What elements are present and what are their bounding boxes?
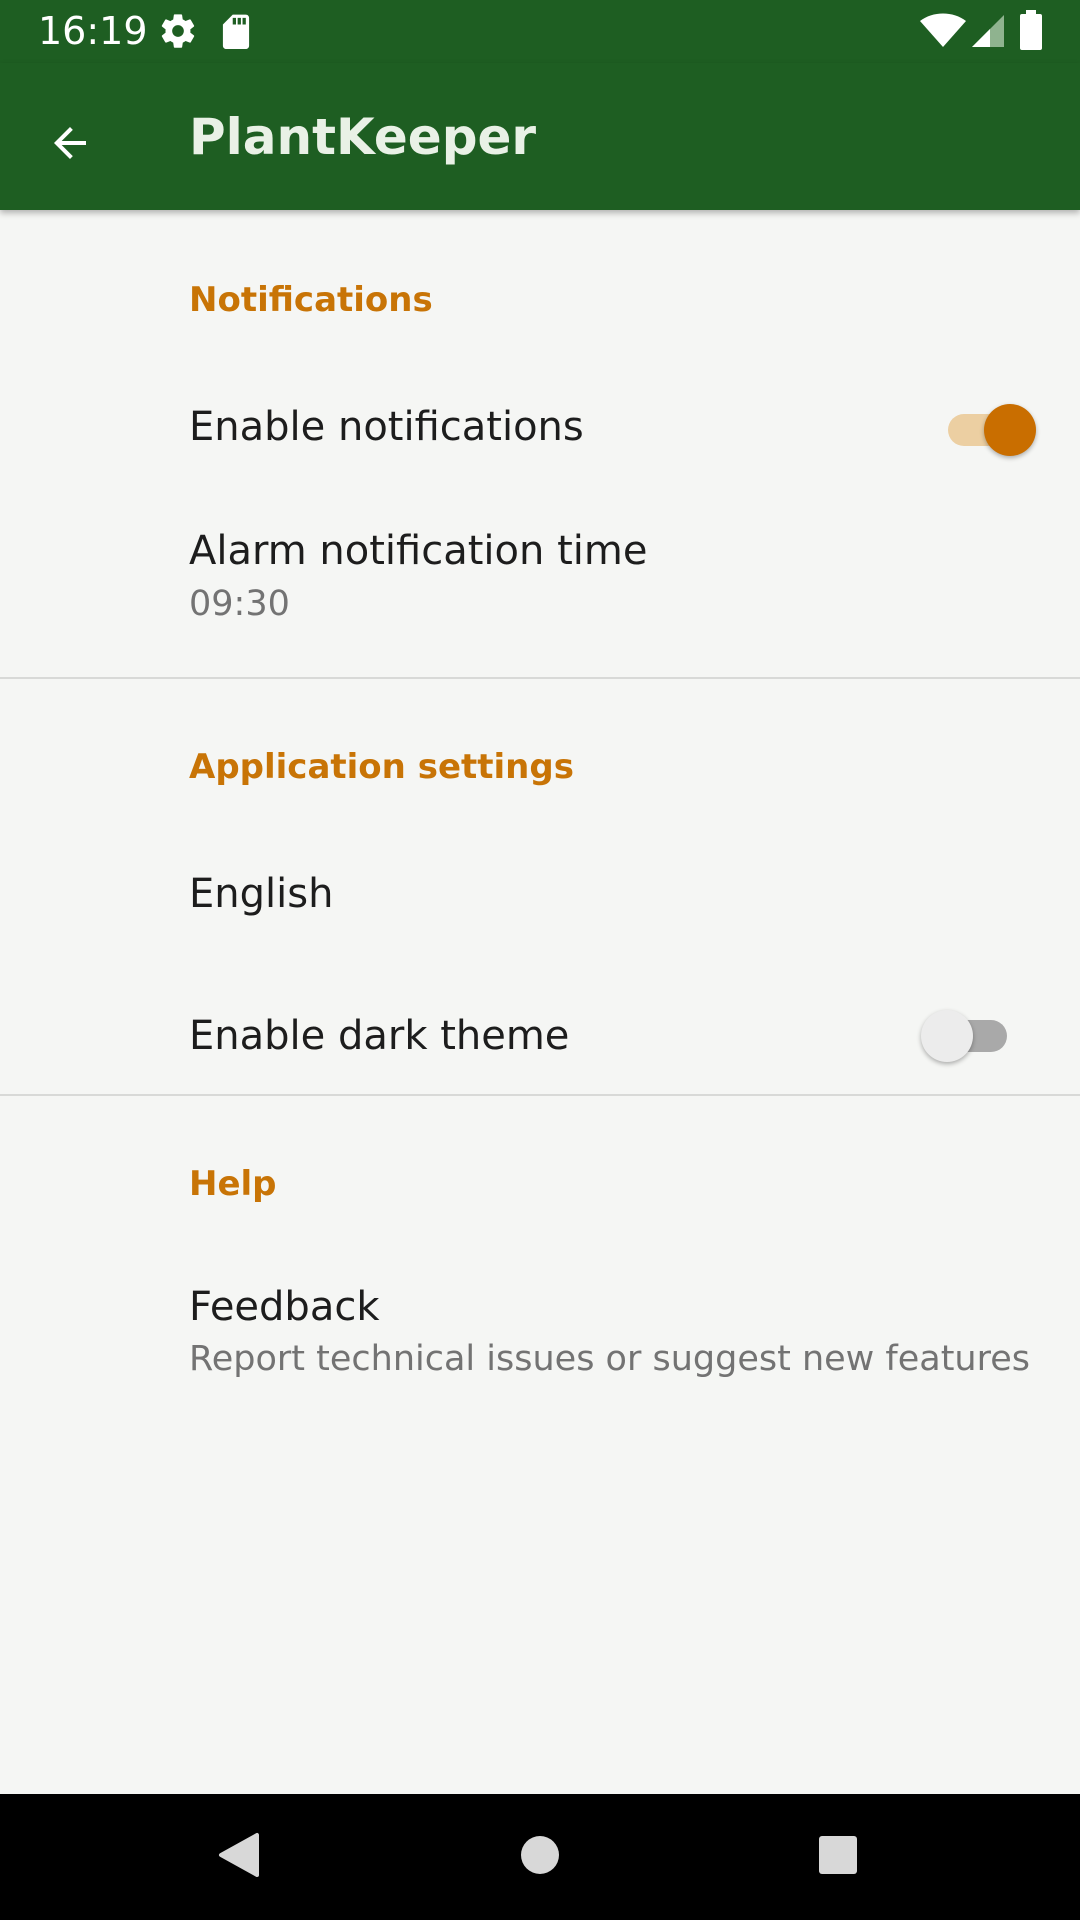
section-header-notifications: Notifications [189,280,433,320]
back-button[interactable] [22,97,118,193]
pref-title: Enable dark theme [189,1013,570,1059]
section-header-application-settings: Application settings [189,747,574,787]
pref-summary: Report technical issues or suggest new f… [189,1339,1031,1379]
section-header-help: Help [189,1164,277,1204]
section-divider [0,1094,1080,1096]
pref-title: Enable notifications [189,404,584,450]
app-title: PlantKeeper [189,108,537,166]
switch-thumb [984,404,1036,456]
arrow-left-icon [46,119,94,171]
pref-feedback[interactable]: Feedback Report technical issues or sugg… [0,1240,1080,1400]
back-triangle-icon [217,1831,261,1883]
nav-recents-button[interactable] [801,1820,875,1894]
cell-signal-icon [970,13,1006,53]
switch-thumb [921,1010,973,1062]
recents-square-icon [818,1835,858,1879]
pref-title: Alarm notification time [189,528,648,574]
home-circle-icon [520,1835,560,1879]
wifi-icon [920,13,966,53]
dark-theme-switch[interactable] [921,1004,1015,1064]
battery-icon [1020,10,1042,54]
pref-title: English [189,871,334,917]
nav-back-button[interactable] [202,1820,276,1894]
gear-icon [158,11,198,55]
system-nav-bar [0,1794,1080,1920]
enable-notifications-switch[interactable] [940,398,1036,458]
status-time: 16:19 [38,9,148,53]
app-bar: PlantKeeper [0,63,1080,210]
pref-summary: 09:30 [189,584,290,624]
pref-alarm-notification-time[interactable]: Alarm notification time 09:30 [0,496,1080,656]
sd-card-icon [218,11,254,55]
status-bar: 16:19 [0,0,1080,63]
pref-enable-notifications[interactable]: Enable notifications [0,362,1080,496]
section-divider [0,677,1080,679]
pref-title: Feedback [189,1284,380,1330]
nav-home-button[interactable] [503,1820,577,1894]
pref-language[interactable]: English [0,828,1080,968]
pref-enable-dark-theme[interactable]: Enable dark theme [0,968,1080,1108]
